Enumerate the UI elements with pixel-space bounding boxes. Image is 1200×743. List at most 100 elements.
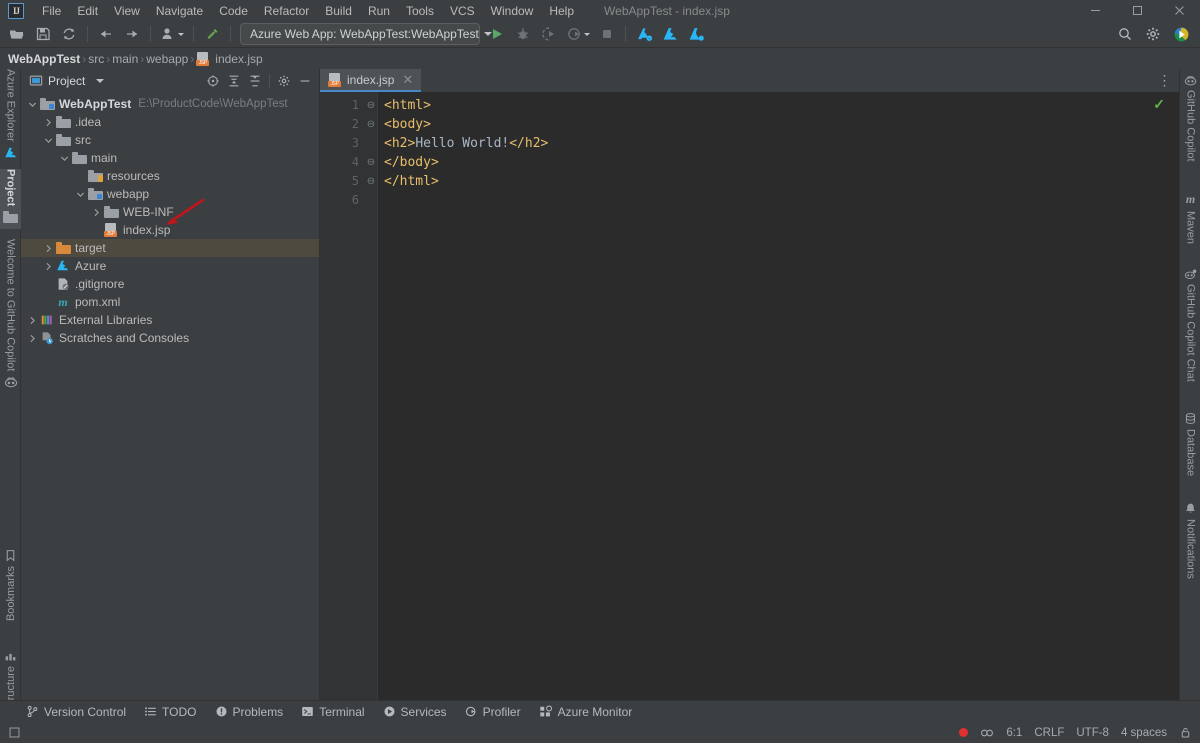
chevron-down-icon[interactable] xyxy=(41,131,55,149)
chevron-right-icon[interactable] xyxy=(41,113,55,131)
breadcrumb-item-webapp[interactable]: webapp xyxy=(146,52,188,66)
code-content[interactable]: <html><body><h2>Hello World!</h2></body>… xyxy=(377,92,1165,701)
chevron-right-icon[interactable] xyxy=(41,257,55,275)
run-configuration-selector[interactable]: Azure Web App: WebAppTest:WebAppTest xyxy=(240,23,480,45)
bottom-tab-profiler[interactable]: Profiler xyxy=(465,705,521,719)
azure-icon[interactable] xyxy=(658,23,682,45)
sidebar-item-maven[interactable]: m Maven xyxy=(1180,187,1200,257)
azure-refresh-icon[interactable] xyxy=(684,23,708,45)
fold-marker-icon[interactable]: ⊖ xyxy=(365,115,377,134)
bottom-tab-azure-monitor[interactable]: Azure Monitor xyxy=(539,705,633,719)
sidebar-item-azure-explorer[interactable]: Azure Explorer xyxy=(0,69,21,161)
run-with-coverage-icon[interactable] xyxy=(537,23,561,45)
tree-node-webapptest[interactable]: WebAppTestE:\ProductCode\WebAppTest xyxy=(21,95,319,113)
tree-node--idea[interactable]: .idea xyxy=(21,113,319,131)
chevron-right-icon[interactable] xyxy=(89,203,103,221)
tree-node-web-inf[interactable]: WEB-INF xyxy=(21,203,319,221)
close-button[interactable] xyxy=(1158,0,1200,21)
sidebar-item-github-copilot[interactable]: GitHub Copilot xyxy=(1180,69,1200,181)
chevron-down-icon[interactable] xyxy=(57,149,71,167)
profiler-run-icon[interactable] xyxy=(563,23,593,45)
chevron-right-icon[interactable] xyxy=(41,239,55,257)
search-everywhere-icon[interactable] xyxy=(1113,23,1137,45)
menu-tools[interactable]: Tools xyxy=(398,2,442,20)
bottom-tab-terminal[interactable]: Terminal xyxy=(301,705,364,719)
tree-node-main[interactable]: main xyxy=(21,149,319,167)
inspection-ok-icon[interactable]: ✓ xyxy=(1153,96,1165,113)
fold-marker-icon[interactable]: ⊖ xyxy=(365,153,377,172)
tree-node-index-jsp[interactable]: JSPindex.jsp xyxy=(21,221,319,239)
menu-navigate[interactable]: Navigate xyxy=(148,2,211,20)
debug-icon[interactable] xyxy=(511,23,535,45)
azure-deploy-icon[interactable]: + xyxy=(632,23,656,45)
file-encoding[interactable]: UTF-8 xyxy=(1076,727,1109,739)
chevron-right-icon[interactable] xyxy=(25,311,39,329)
tree-node-webapp[interactable]: webapp xyxy=(21,185,319,203)
run-icon[interactable] xyxy=(485,23,509,45)
bottom-tab-todo[interactable]: TODO xyxy=(144,705,196,719)
sync-icon[interactable] xyxy=(980,726,994,740)
breadcrumb-item-index-jsp[interactable]: index.jsp xyxy=(215,52,262,66)
chevron-down-icon[interactable] xyxy=(25,95,39,113)
menu-file[interactable]: File xyxy=(34,2,69,20)
sidebar-item-database[interactable]: Database xyxy=(1180,407,1200,491)
save-icon[interactable] xyxy=(31,23,55,45)
tree-node-resources[interactable]: resources xyxy=(21,167,319,185)
breadcrumb-item-webapptest[interactable]: WebAppTest xyxy=(8,52,80,66)
tree-node-external-libraries[interactable]: External Libraries xyxy=(21,311,319,329)
refresh-icon[interactable] xyxy=(57,23,81,45)
sidebar-item-notifications[interactable]: Notifications xyxy=(1180,497,1200,599)
tree-node-pom-xml[interactable]: mpom.xml xyxy=(21,293,319,311)
fold-marker-icon[interactable]: ⊖ xyxy=(365,96,377,115)
collapse-all-icon[interactable] xyxy=(245,71,265,91)
stop-icon[interactable] xyxy=(595,23,619,45)
menu-vcs[interactable]: VCS xyxy=(442,2,483,20)
menu-window[interactable]: Window xyxy=(483,2,542,20)
editor-tab-index-jsp[interactable]: JSP index.jsp ✕ xyxy=(320,69,421,92)
gear-icon[interactable] xyxy=(1141,23,1165,45)
code-editor[interactable]: 123456 ⊖⊖⊖⊖ <html><body><h2>Hello World!… xyxy=(320,92,1179,701)
user-dropdown-icon[interactable] xyxy=(157,23,187,45)
arrow-right-icon[interactable] xyxy=(120,23,144,45)
menu-refactor[interactable]: Refactor xyxy=(256,2,317,20)
chevron-right-icon[interactable] xyxy=(25,329,39,347)
lock-icon[interactable] xyxy=(1179,726,1192,739)
menu-run[interactable]: Run xyxy=(360,2,398,20)
error-stripe-gutter[interactable]: ✓ xyxy=(1165,92,1179,701)
tree-node-azure[interactable]: Azure xyxy=(21,257,319,275)
tree-node-src[interactable]: src xyxy=(21,131,319,149)
chevron-down-icon[interactable] xyxy=(73,185,87,203)
maximize-button[interactable] xyxy=(1116,0,1158,21)
sidebar-item-welcome-copilot[interactable]: Welcome to GitHub Copilot xyxy=(0,239,21,449)
bottom-tab-services[interactable]: Services xyxy=(383,705,447,719)
options-gear-icon[interactable] xyxy=(274,71,294,91)
breadcrumb-item-main[interactable]: main xyxy=(112,52,138,66)
close-icon[interactable]: ✕ xyxy=(402,72,413,88)
sidebar-item-bookmarks[interactable]: Bookmarks xyxy=(0,549,21,637)
caret-position[interactable]: 6:1 xyxy=(1006,727,1022,739)
expand-all-icon[interactable] xyxy=(224,71,244,91)
arrow-left-icon[interactable] xyxy=(94,23,118,45)
tree-node--gitignore[interactable]: .gitignore xyxy=(21,275,319,293)
line-separator[interactable]: CRLF xyxy=(1034,727,1064,739)
editor-options-icon[interactable]: ⋮ xyxy=(1158,69,1174,92)
tree-node-scratches-and-consoles[interactable]: Scratches and Consoles xyxy=(21,329,319,347)
menu-help[interactable]: Help xyxy=(541,2,582,20)
menu-view[interactable]: View xyxy=(106,2,148,20)
menu-edit[interactable]: Edit xyxy=(69,2,106,20)
menu-code[interactable]: Code xyxy=(211,2,256,20)
folder-open-icon[interactable] xyxy=(5,23,29,45)
ai-assistant-icon[interactable] xyxy=(1169,23,1193,45)
tree-node-target[interactable]: target xyxy=(21,239,319,257)
breadcrumb-item-src[interactable]: src xyxy=(88,52,104,66)
sidebar-item-project[interactable]: Project xyxy=(0,169,21,229)
hammer-icon[interactable] xyxy=(200,23,224,45)
fold-marker-icon[interactable]: ⊖ xyxy=(365,172,377,191)
select-opened-file-icon[interactable] xyxy=(203,71,223,91)
chevron-down-icon[interactable] xyxy=(96,79,104,83)
hide-panel-icon[interactable] xyxy=(295,71,315,91)
bottom-tab-problems[interactable]: Problems xyxy=(215,705,284,719)
sidebar-item-github-copilot-chat[interactable]: GitHub Copilot Chat xyxy=(1180,263,1200,401)
code-folding-gutter[interactable]: ⊖⊖⊖⊖ xyxy=(365,92,377,701)
record-indicator[interactable] xyxy=(959,728,968,737)
